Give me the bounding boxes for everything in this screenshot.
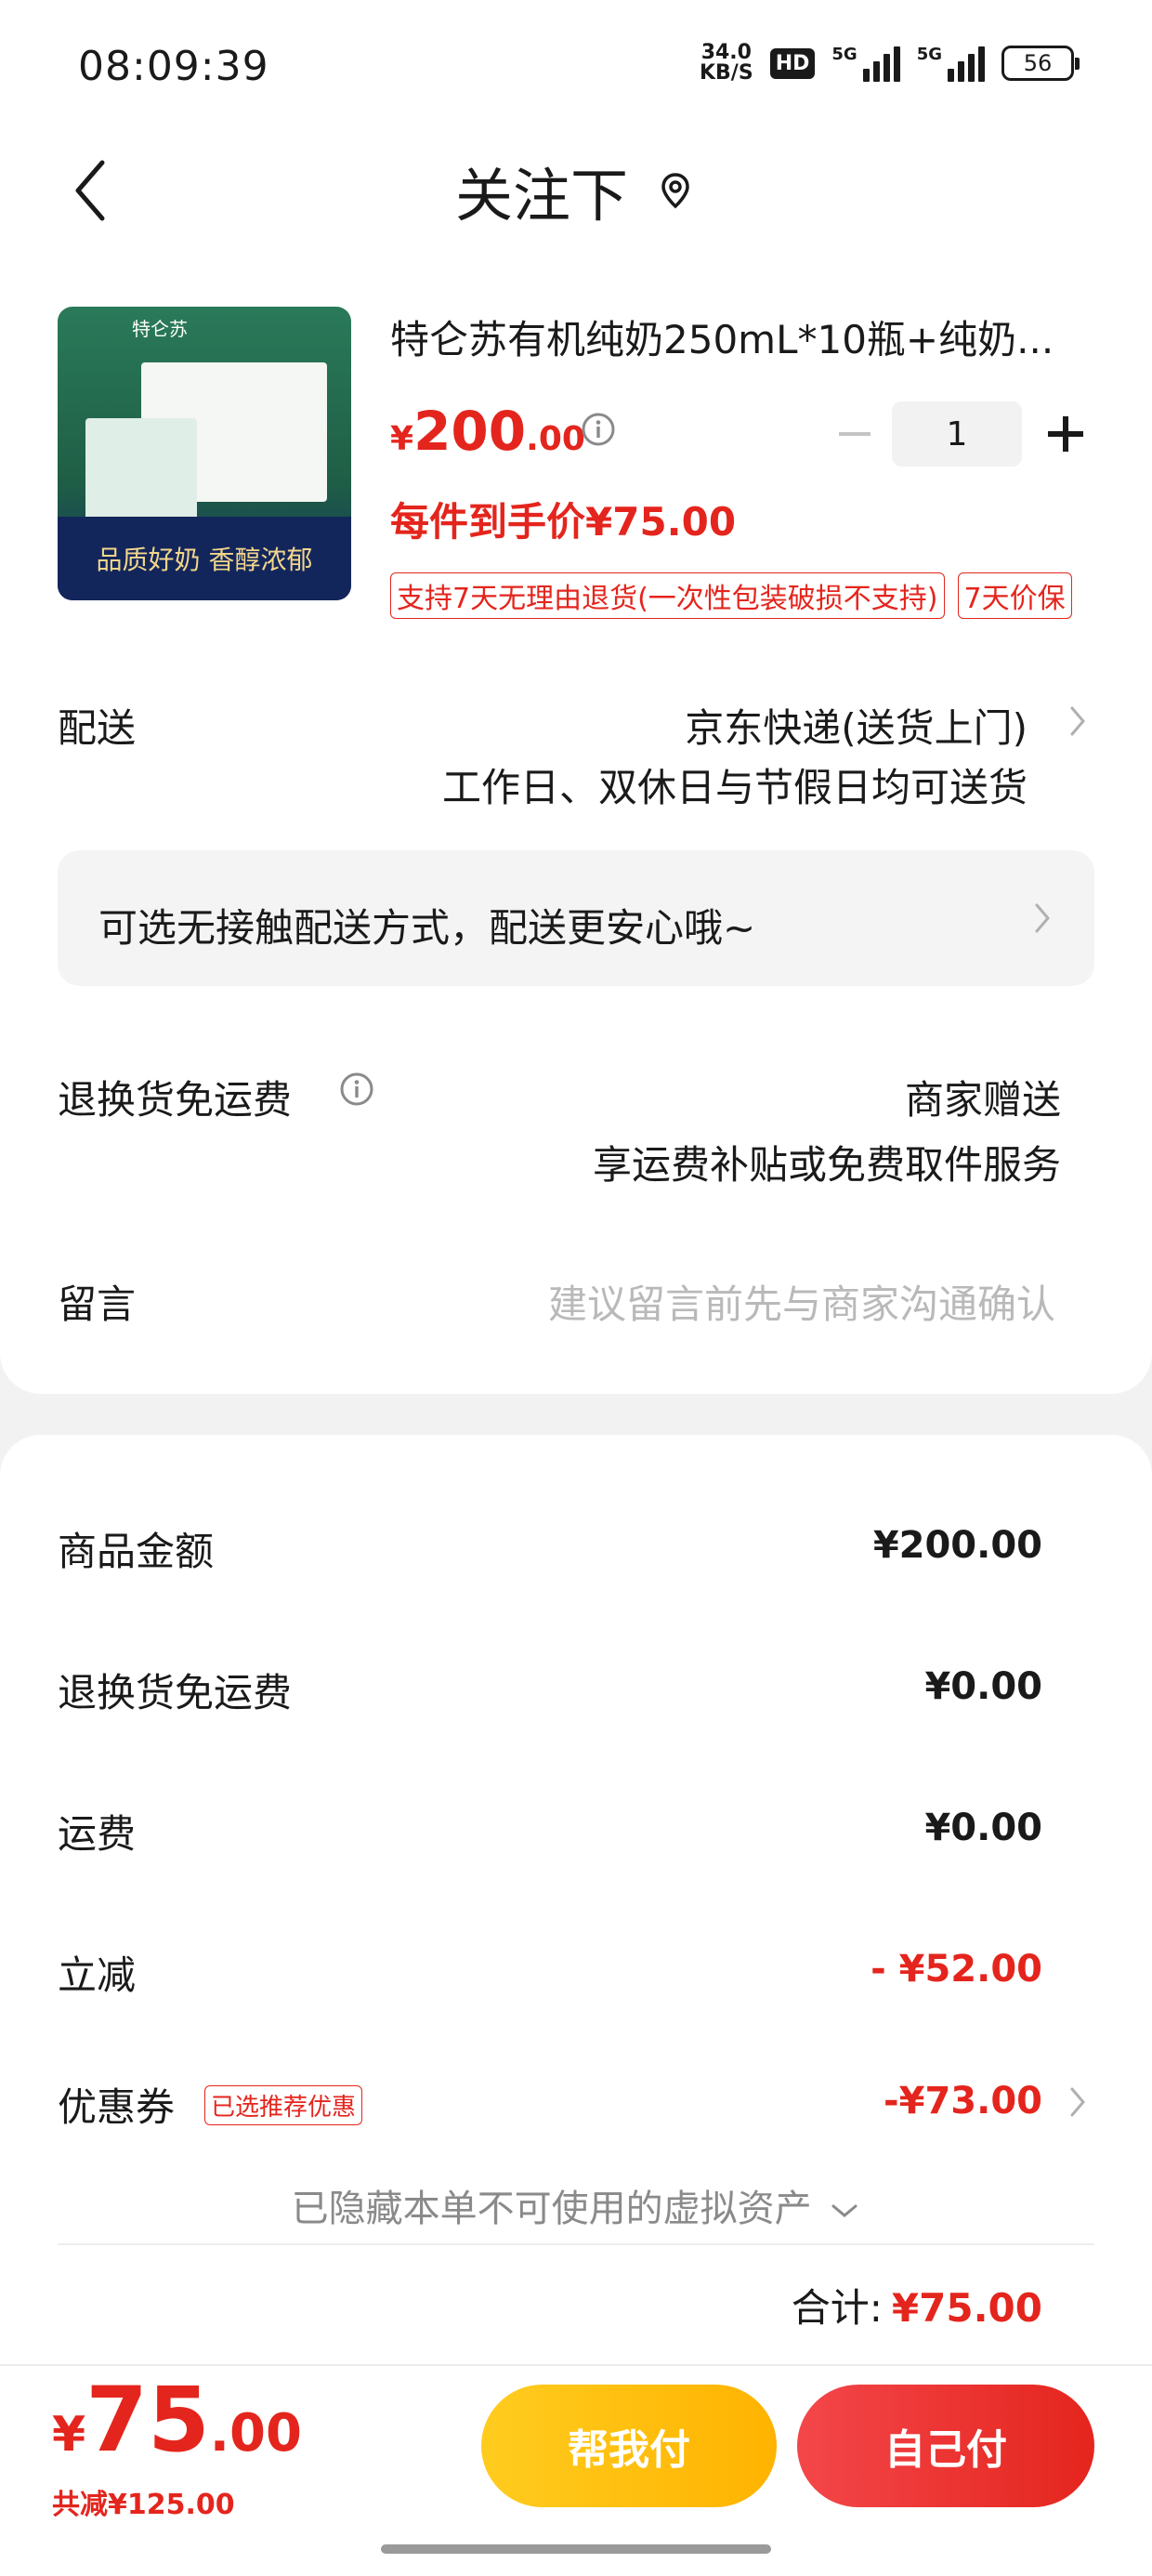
quantity-input[interactable]: 1: [892, 401, 1022, 467]
product-image-brand: 特仑苏: [132, 318, 188, 340]
delivery-method[interactable]: 京东快递(送货上门): [685, 697, 1028, 754]
hidden-assets-text: 已隐藏本单不可使用的虚拟资产: [291, 2188, 812, 2230]
order-info-card: 特仑苏 品质好奶 香醇浓郁 特仑苏有机纯奶250mL*10瓶+纯奶... ¥ 2…: [0, 251, 1152, 1394]
total-label: 合计:: [791, 2285, 883, 2331]
total-value: ¥75.00: [891, 2285, 1042, 2331]
summary-label-coupon[interactable]: 优惠券: [58, 2076, 175, 2133]
chevron-down-icon: [831, 2204, 857, 2217]
location-pin-icon[interactable]: [660, 172, 697, 209]
delivery-label: 配送: [58, 705, 137, 751]
return-shipping-info-icon[interactable]: [338, 1071, 375, 1111]
signal-icon: 5G: [831, 45, 900, 82]
delivery-chevron-icon[interactable]: [1067, 703, 1089, 740]
hidden-assets-toggle[interactable]: 已隐藏本单不可使用的虚拟资产: [0, 2178, 1152, 2232]
service-tags: 支持7天无理由退货(一次性包装破损不支持) 7天价保: [390, 572, 1072, 619]
contactless-delivery-text: 可选无接触配送方式，配送更安心哦~: [98, 905, 756, 951]
remark-input[interactable]: 建议留言前先与商家沟通确认: [548, 1273, 1055, 1330]
summary-value-coupon[interactable]: -¥73.00: [884, 2080, 1042, 2123]
summary-value-goods: ¥200.00: [872, 1524, 1042, 1567]
summary-label-discount: 立减: [58, 1952, 137, 1998]
delivery-schedule: 工作日、双休日与节假日均可送货: [441, 765, 1028, 810]
decrease-button[interactable]: [836, 401, 873, 467]
summary-label-return-shipping: 退换货免运费: [58, 1670, 293, 1715]
product-image[interactable]: 特仑苏 品质好奶 香醇浓郁: [58, 307, 351, 600]
checkout-price: ¥ 75 .00: [52, 2368, 302, 2472]
product-box-shape-2: [85, 418, 197, 530]
hd-icon: HD: [769, 47, 816, 79]
battery-icon: 56: [1001, 46, 1080, 81]
home-indicator[interactable]: [381, 2544, 771, 2554]
summary-value-shipping: ¥0.00: [924, 1807, 1042, 1849]
summary-label-shipping: 运费: [58, 1811, 137, 1857]
coupon-recommended-tag: 已选推荐优惠: [204, 2085, 363, 2125]
network-speed: 34.0 KB/S: [699, 41, 753, 85]
return-policy-tag[interactable]: 支持7天无理由退货(一次性包装破损不支持): [390, 572, 945, 619]
checkout-bar: ¥ 75 .00 共减¥125.00 帮我付 自己付: [0, 2364, 1152, 2576]
return-shipping-value: 商家赠送: [904, 1077, 1061, 1123]
plus-icon: [1048, 416, 1083, 452]
hand-price: 每件到手价¥75.00: [390, 499, 737, 545]
status-bar: 08:09:39 34.0 KB/S HD 5G 5G 56: [0, 0, 1152, 130]
return-shipping-label: 退换货免运费: [58, 1077, 293, 1123]
product-title[interactable]: 特仑苏有机纯奶250mL*10瓶+纯奶...: [390, 309, 1078, 365]
coupon-chevron-icon[interactable]: [1067, 2083, 1089, 2121]
contactless-delivery-banner[interactable]: 可选无接触配送方式，配送更安心哦~: [58, 850, 1094, 986]
status-time: 08:09:39: [78, 43, 269, 90]
summary-label-goods: 商品金额: [58, 1529, 215, 1574]
quantity-stepper: 1: [836, 401, 1091, 467]
status-icons: 34.0 KB/S HD 5G 5G 56: [699, 41, 1080, 85]
page-title: 关注下: [454, 162, 628, 230]
summary-value-return-shipping: ¥0.00: [924, 1665, 1042, 1708]
help-me-pay-button[interactable]: 帮我付: [481, 2385, 777, 2507]
product-image-banner: 品质好奶 香醇浓郁: [58, 517, 351, 600]
price-protection-tag[interactable]: 7天价保: [957, 572, 1072, 619]
remark-label: 留言: [58, 1281, 137, 1327]
contactless-chevron-icon: [1035, 903, 1050, 933]
checkout-saved: 共减¥125.00: [52, 2489, 235, 2521]
signal-icon-2: 5G: [917, 45, 985, 82]
page-title-wrap[interactable]: 关注下: [0, 149, 1152, 232]
minus-icon: [839, 432, 871, 436]
total-row: 合计: ¥75.00: [792, 2277, 1042, 2333]
pay-myself-button[interactable]: 自己付: [797, 2385, 1094, 2507]
divider: [58, 2243, 1094, 2245]
price-summary-card: 商品金额 ¥200.00 退换货免运费 ¥0.00 运费 ¥0.00 立减 - …: [0, 1435, 1152, 2364]
return-shipping-desc: 享运费补贴或免费取件服务: [592, 1142, 1061, 1188]
product-price: ¥ 200 .00: [390, 400, 585, 463]
increase-button[interactable]: [1041, 401, 1091, 467]
nav-bar: 关注下: [0, 130, 1152, 251]
summary-value-discount: - ¥52.00: [871, 1948, 1042, 1991]
price-info-icon[interactable]: [580, 411, 617, 452]
